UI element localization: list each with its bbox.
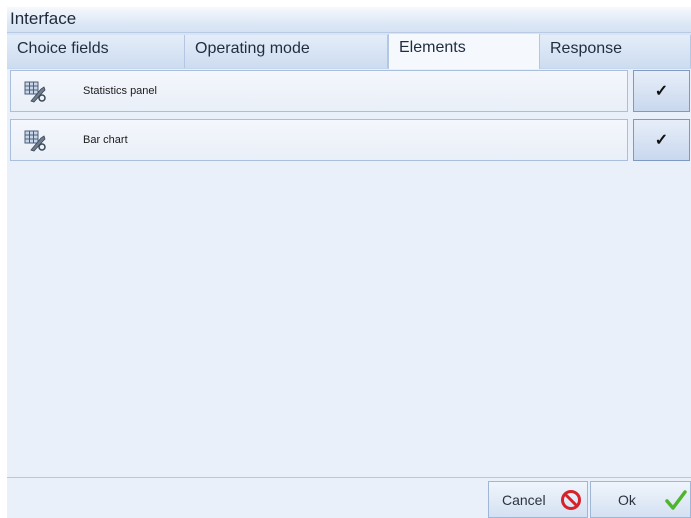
cancel-label: Cancel [502,492,546,508]
ok-label: Ok [618,492,636,508]
tab-choice-fields[interactable]: Choice fields [7,35,185,68]
tab-bar: Choice fields Operating mode Elements Re… [7,33,691,70]
elements-list: Statistics panel ✓ Bar chart ✓ [7,69,691,477]
tab-elements[interactable]: Elements [388,34,540,70]
statistics-panel-checkbox[interactable]: ✓ [633,70,690,112]
ok-button[interactable]: Ok [590,481,691,518]
checkmark-icon: ✓ [654,83,669,100]
tab-label: Elements [399,39,466,56]
title-bar: Interface [7,7,691,33]
no-entry-icon [560,489,582,511]
tools-icon [23,128,47,152]
list-item-bar-chart[interactable]: Bar chart [10,119,628,161]
footer-bar: Cancel Ok [7,477,691,518]
tab-label: Operating mode [195,40,310,57]
checkmark-icon: ✓ [654,132,669,149]
tab-label: Response [550,40,623,57]
tab-response[interactable]: Response [540,35,691,68]
list-item-statistics-panel[interactable]: Statistics panel [10,70,628,112]
cancel-button[interactable]: Cancel [488,481,588,518]
tab-label: Choice fields [17,40,109,57]
item-label: Statistics panel [83,85,157,97]
dialog-window: Interface Choice fields Operating mode E… [7,7,691,518]
tools-icon [23,79,47,103]
item-label: Bar chart [83,134,128,146]
window-title: Interface [10,9,77,28]
checkmark-icon [665,489,687,511]
bar-chart-checkbox[interactable]: ✓ [633,119,690,161]
tab-operating-mode[interactable]: Operating mode [185,35,388,68]
